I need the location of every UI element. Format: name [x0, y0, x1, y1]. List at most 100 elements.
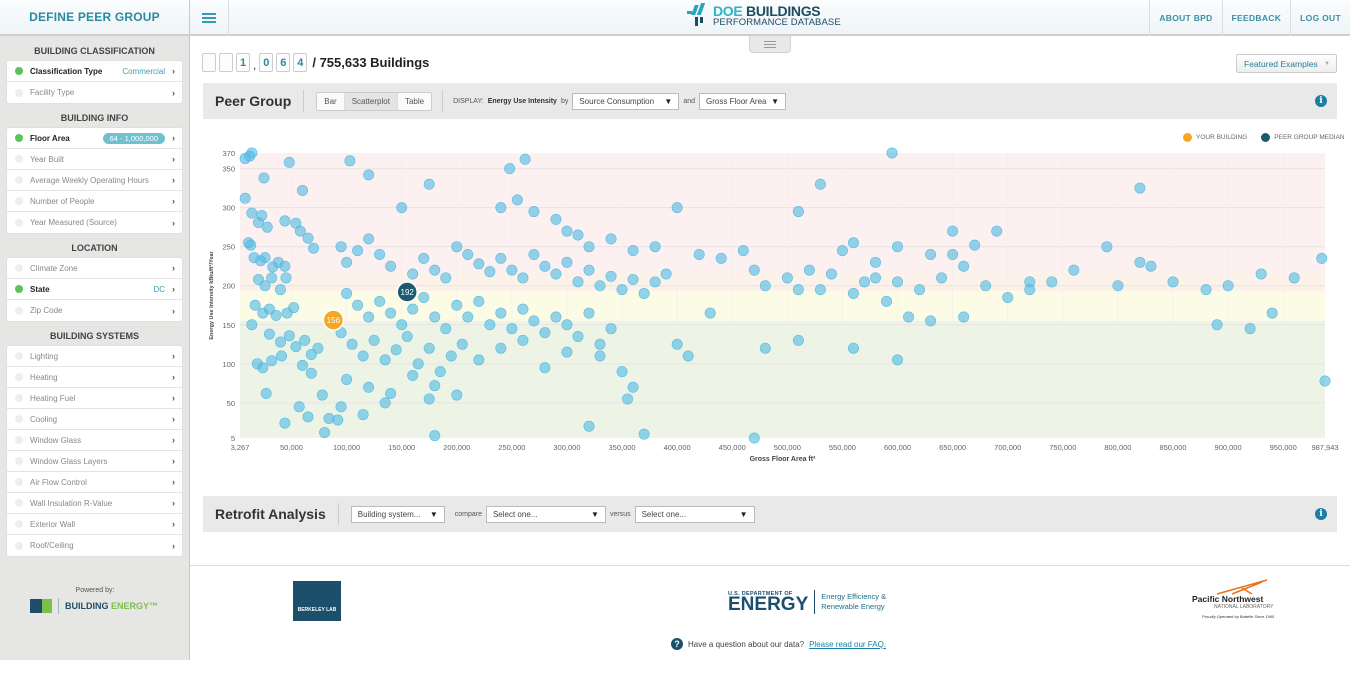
data-point	[484, 266, 496, 278]
sidebar-item-exterior-wall[interactable]: Exterior Wall ›	[7, 514, 182, 535]
chevron-right-icon: ›	[172, 87, 175, 98]
sidebar-item-label: Floor Area	[30, 133, 70, 143]
data-point	[649, 276, 661, 288]
data-point	[374, 295, 386, 307]
sidebar-item-cooling[interactable]: Cooling ›	[7, 409, 182, 430]
chevron-right-icon: ›	[172, 540, 175, 551]
data-point	[869, 272, 881, 284]
data-point	[925, 315, 937, 327]
sidebar-item-lighting[interactable]: Lighting ›	[7, 346, 182, 367]
data-point	[473, 258, 485, 270]
x-tick-label: 550,000	[829, 443, 856, 452]
pnnl-sub: NATIONAL LABORATORY	[1214, 604, 1274, 610]
sidebar-section-title: BUILDING SYSTEMS	[49, 331, 139, 341]
sidebar-item-number-of-people[interactable]: Number of People ›	[7, 191, 182, 212]
pnnl-logo[interactable]: Pacific Northwest NATIONAL LABORATORY Pr…	[1192, 578, 1274, 619]
data-point	[892, 241, 904, 253]
retrofit-toolbar: Retrofit Analysis Building system... ▼ co…	[203, 496, 1337, 532]
sidebar-item-window-glass[interactable]: Window Glass ›	[7, 430, 182, 451]
data-point	[363, 169, 375, 181]
sidebar-item-heating[interactable]: Heating ›	[7, 367, 182, 388]
sidebar-item-average-weekly-operating-hours[interactable]: Average Weekly Operating Hours ›	[7, 170, 182, 191]
nav-feedback[interactable]: FEEDBACK	[1221, 0, 1291, 36]
data-point	[1200, 284, 1212, 296]
sidebar-item-roof-ceiling[interactable]: Roof/Ceiling ›	[7, 535, 182, 556]
data-point	[914, 284, 926, 296]
data-point	[257, 362, 269, 374]
data-point	[511, 194, 523, 206]
data-point	[528, 206, 540, 218]
chevron-right-icon: ›	[172, 66, 175, 76]
data-point	[561, 346, 573, 358]
berkeley-lab-logo[interactable]: BERKELEY LAB	[293, 581, 341, 621]
featured-examples-dropdown[interactable]: Featured Examples ▼	[1236, 54, 1337, 73]
data-point	[407, 370, 419, 382]
view-bar-button[interactable]: Bar	[317, 92, 345, 110]
status-dot-icon	[15, 285, 23, 293]
nav-about-bpd[interactable]: ABOUT BPD	[1149, 0, 1221, 36]
data-point	[335, 241, 347, 253]
retrofit-title: Retrofit Analysis	[215, 503, 339, 525]
x-tick-label: 400,000	[664, 443, 691, 452]
status-dot-icon	[15, 264, 23, 272]
data-point	[276, 350, 288, 362]
x-tick-label: 650,000	[939, 443, 966, 452]
chevron-right-icon: ›	[172, 196, 175, 206]
your-building-label: 156	[327, 316, 341, 325]
data-point	[280, 272, 292, 284]
top-bar: DOE BUILDINGS PERFORMANCE DATABASE ABOUT…	[190, 0, 1350, 36]
sidebar-item-year-built[interactable]: Year Built ›	[7, 149, 182, 170]
status-dot-icon	[15, 176, 23, 184]
building-system-select[interactable]: Building system... ▼	[350, 505, 445, 523]
data-point	[572, 276, 584, 288]
y-tick-label: 150	[222, 321, 235, 330]
doe-eere-logo[interactable]: U.S. DEPARTMENT OF ENERGY Energy Efficien…	[728, 590, 886, 614]
faq-link[interactable]: Please read our FAQ.	[809, 640, 886, 649]
data-point	[649, 241, 661, 253]
data-point	[495, 342, 507, 354]
data-point	[246, 319, 258, 331]
data-point	[423, 342, 435, 354]
sidebar-item-climate-zone[interactable]: Climate Zone ›	[7, 258, 182, 279]
data-point	[297, 184, 309, 196]
x-axis-select[interactable]: Gross Floor Area ▼	[699, 92, 787, 110]
data-point	[748, 432, 760, 444]
sidebar-item-wall-insulation-r-value[interactable]: Wall Insulation R-Value ›	[7, 493, 182, 514]
info-icon[interactable]: i	[1315, 508, 1327, 520]
data-point	[1145, 260, 1157, 272]
compare-select[interactable]: Select one... ▼	[485, 505, 606, 523]
data-point	[279, 417, 291, 429]
sidebar-group: Classification Type Commercial › Facility T…	[7, 61, 182, 103]
data-point	[473, 295, 485, 307]
sidebar-item-classification-type[interactable]: Classification Type Commercial ›	[7, 61, 182, 82]
data-point	[561, 225, 573, 237]
sidebar-item-zip-code[interactable]: Zip Code ›	[7, 300, 182, 321]
view-scatterplot-button[interactable]: Scatterplot	[344, 92, 398, 110]
data-point	[693, 249, 705, 261]
view-table-button[interactable]: Table	[397, 92, 432, 110]
nav-log-out[interactable]: LOG OUT	[1290, 0, 1350, 36]
sidebar-section-title: BUILDING CLASSIFICATION	[34, 46, 155, 56]
data-point	[517, 303, 529, 315]
building-energy-logo[interactable]: BUILDING ENERGY™	[30, 598, 158, 614]
consumption-select[interactable]: Source Consumption ▼	[572, 92, 680, 110]
eere-line2: Renewable Energy	[821, 602, 885, 611]
sidebar-item-floor-area[interactable]: Floor Area 64 - 1,000,000 ›	[7, 128, 182, 149]
compare-select-value: Select one...	[492, 509, 538, 519]
data-point	[539, 260, 551, 272]
sidebar-item-air-flow-control[interactable]: Air Flow Control ›	[7, 472, 182, 493]
data-point	[583, 264, 595, 276]
doe-bpd-logo[interactable]: DOE BUILDINGS PERFORMANCE DATABASE	[685, 3, 841, 29]
sidebar-item-heating-fuel[interactable]: Heating Fuel ›	[7, 388, 182, 409]
sidebar-item-state[interactable]: State DC ›	[7, 279, 182, 300]
sidebar-item-facility-type[interactable]: Facility Type ›	[7, 82, 182, 103]
pull-down-handle[interactable]	[749, 36, 791, 53]
sidebar-item-window-glass-layers[interactable]: Window Glass Layers ›	[7, 451, 182, 472]
building-system-select-value: Building system...	[357, 509, 421, 519]
chevron-right-icon: ›	[172, 393, 175, 403]
versus-select[interactable]: Select one... ▼	[634, 505, 755, 523]
menu-icon[interactable]	[190, 0, 229, 36]
data-point	[550, 268, 562, 280]
info-icon[interactable]: i	[1315, 95, 1327, 107]
sidebar-item-year-measured-source[interactable]: Year Measured (Source) ›	[7, 212, 182, 233]
